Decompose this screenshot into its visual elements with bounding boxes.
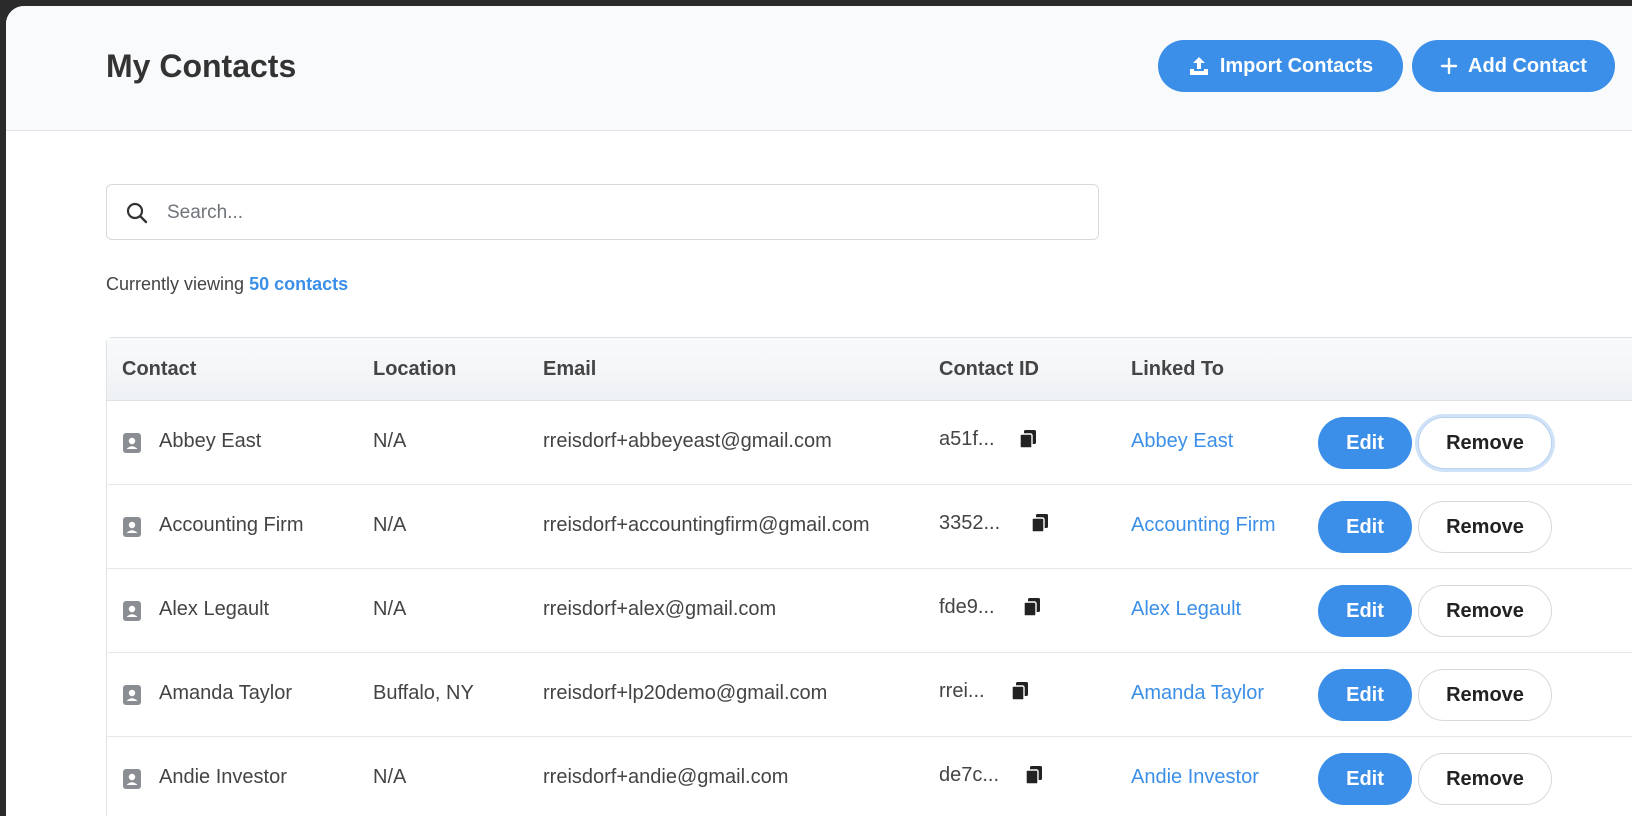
copy-icon[interactable] [1011,681,1029,706]
add-contact-label: Add Contact [1468,54,1587,77]
copy-icon[interactable] [1025,765,1043,790]
edit-button[interactable]: Edit [1318,585,1412,637]
remove-button[interactable]: Remove [1418,753,1552,805]
edit-button[interactable]: Edit [1318,501,1412,553]
contacts-table: Contact Location Email Contact ID Linked… [106,337,1632,816]
contact-name: Accounting Firm [159,514,304,536]
import-contacts-label: Import Contacts [1219,54,1374,77]
contact-email: rreisdorf+andie@gmail.com [543,766,789,788]
remove-button[interactable]: Remove [1418,585,1552,637]
column-header-email: Email [543,358,597,380]
linked-to-link[interactable]: Andie Investor [1131,766,1259,789]
column-header-location: Location [373,358,457,380]
contact-id: de7c... [939,764,1000,786]
contact-id: 3352... [939,512,1001,534]
contact-card-icon [122,600,142,627]
remove-button[interactable]: Remove [1418,417,1552,469]
contact-email: rreisdorf+accountingfirm@gmail.com [543,514,870,536]
contact-id: rrei... [939,680,985,702]
contact-location: N/A [373,598,407,620]
copy-icon[interactable] [1019,429,1037,454]
copy-icon[interactable] [1031,513,1049,538]
contact-name: Alex Legault [159,598,270,620]
contact-location: N/A [373,430,407,452]
copy-icon[interactable] [1023,597,1041,622]
table-row: Alex Legault N/A rreisdorf+alex@gmail.co… [107,569,1632,653]
table-row: Accounting Firm N/A rreisdorf+accounting… [107,485,1632,569]
search-box [106,184,1099,241]
linked-to-link[interactable]: Abbey East [1131,430,1233,453]
search-icon [125,201,149,230]
edit-button[interactable]: Edit [1318,753,1412,805]
contact-id: fde9... [939,596,995,618]
table-row: Amanda Taylor Buffalo, NY rreisdorf+lp20… [107,653,1632,737]
app-window: My Contacts Import Contacts Add Contact [6,6,1632,816]
contact-email: rreisdorf+lp20demo@gmail.com [543,682,828,704]
contact-name: Abbey East [159,430,262,452]
remove-button[interactable]: Remove [1418,501,1552,553]
search-input[interactable] [165,185,1069,241]
contact-location: N/A [373,514,407,536]
contact-email: rreisdorf+alex@gmail.com [543,598,777,620]
table-row: Andie Investor N/A rreisdorf+andie@gmail… [107,737,1632,816]
upload-icon [1188,55,1210,77]
contact-location: N/A [373,766,407,788]
contact-card-icon [122,432,142,459]
page-header: My Contacts Import Contacts Add Contact [6,6,1632,131]
contact-name: Andie Investor [159,766,287,788]
edit-button[interactable]: Edit [1318,669,1412,721]
contact-card-icon [122,768,142,795]
contact-email: rreisdorf+abbeyeast@gmail.com [543,430,832,452]
count-prefix: Currently viewing [106,274,250,294]
linked-to-link[interactable]: Alex Legault [1131,598,1241,621]
edit-button[interactable]: Edit [1318,417,1412,469]
column-header-contact: Contact [122,358,197,380]
contact-id: a51f... [939,428,995,450]
count-value: 50 contacts [249,274,349,294]
add-contact-button[interactable]: Add Contact [1412,40,1615,92]
table-header: Contact Location Email Contact ID Linked… [107,338,1632,401]
page-title: My Contacts [106,48,297,84]
contact-card-icon [122,516,142,543]
column-header-linked-to: Linked To [1131,358,1224,380]
contact-location: Buffalo, NY [373,682,474,704]
contact-card-icon [122,684,142,711]
column-header-contact-id: Contact ID [939,358,1039,380]
contacts-count-text: Currently viewing 50 contacts [106,274,348,295]
table-row: Abbey East N/A rreisdorf+abbeyeast@gmail… [107,401,1632,485]
remove-button[interactable]: Remove [1418,669,1552,721]
linked-to-link[interactable]: Accounting Firm [1131,514,1276,537]
contact-name: Amanda Taylor [159,682,293,704]
import-contacts-button[interactable]: Import Contacts [1158,40,1403,92]
plus-icon [1440,57,1458,75]
linked-to-link[interactable]: Amanda Taylor [1131,682,1264,705]
